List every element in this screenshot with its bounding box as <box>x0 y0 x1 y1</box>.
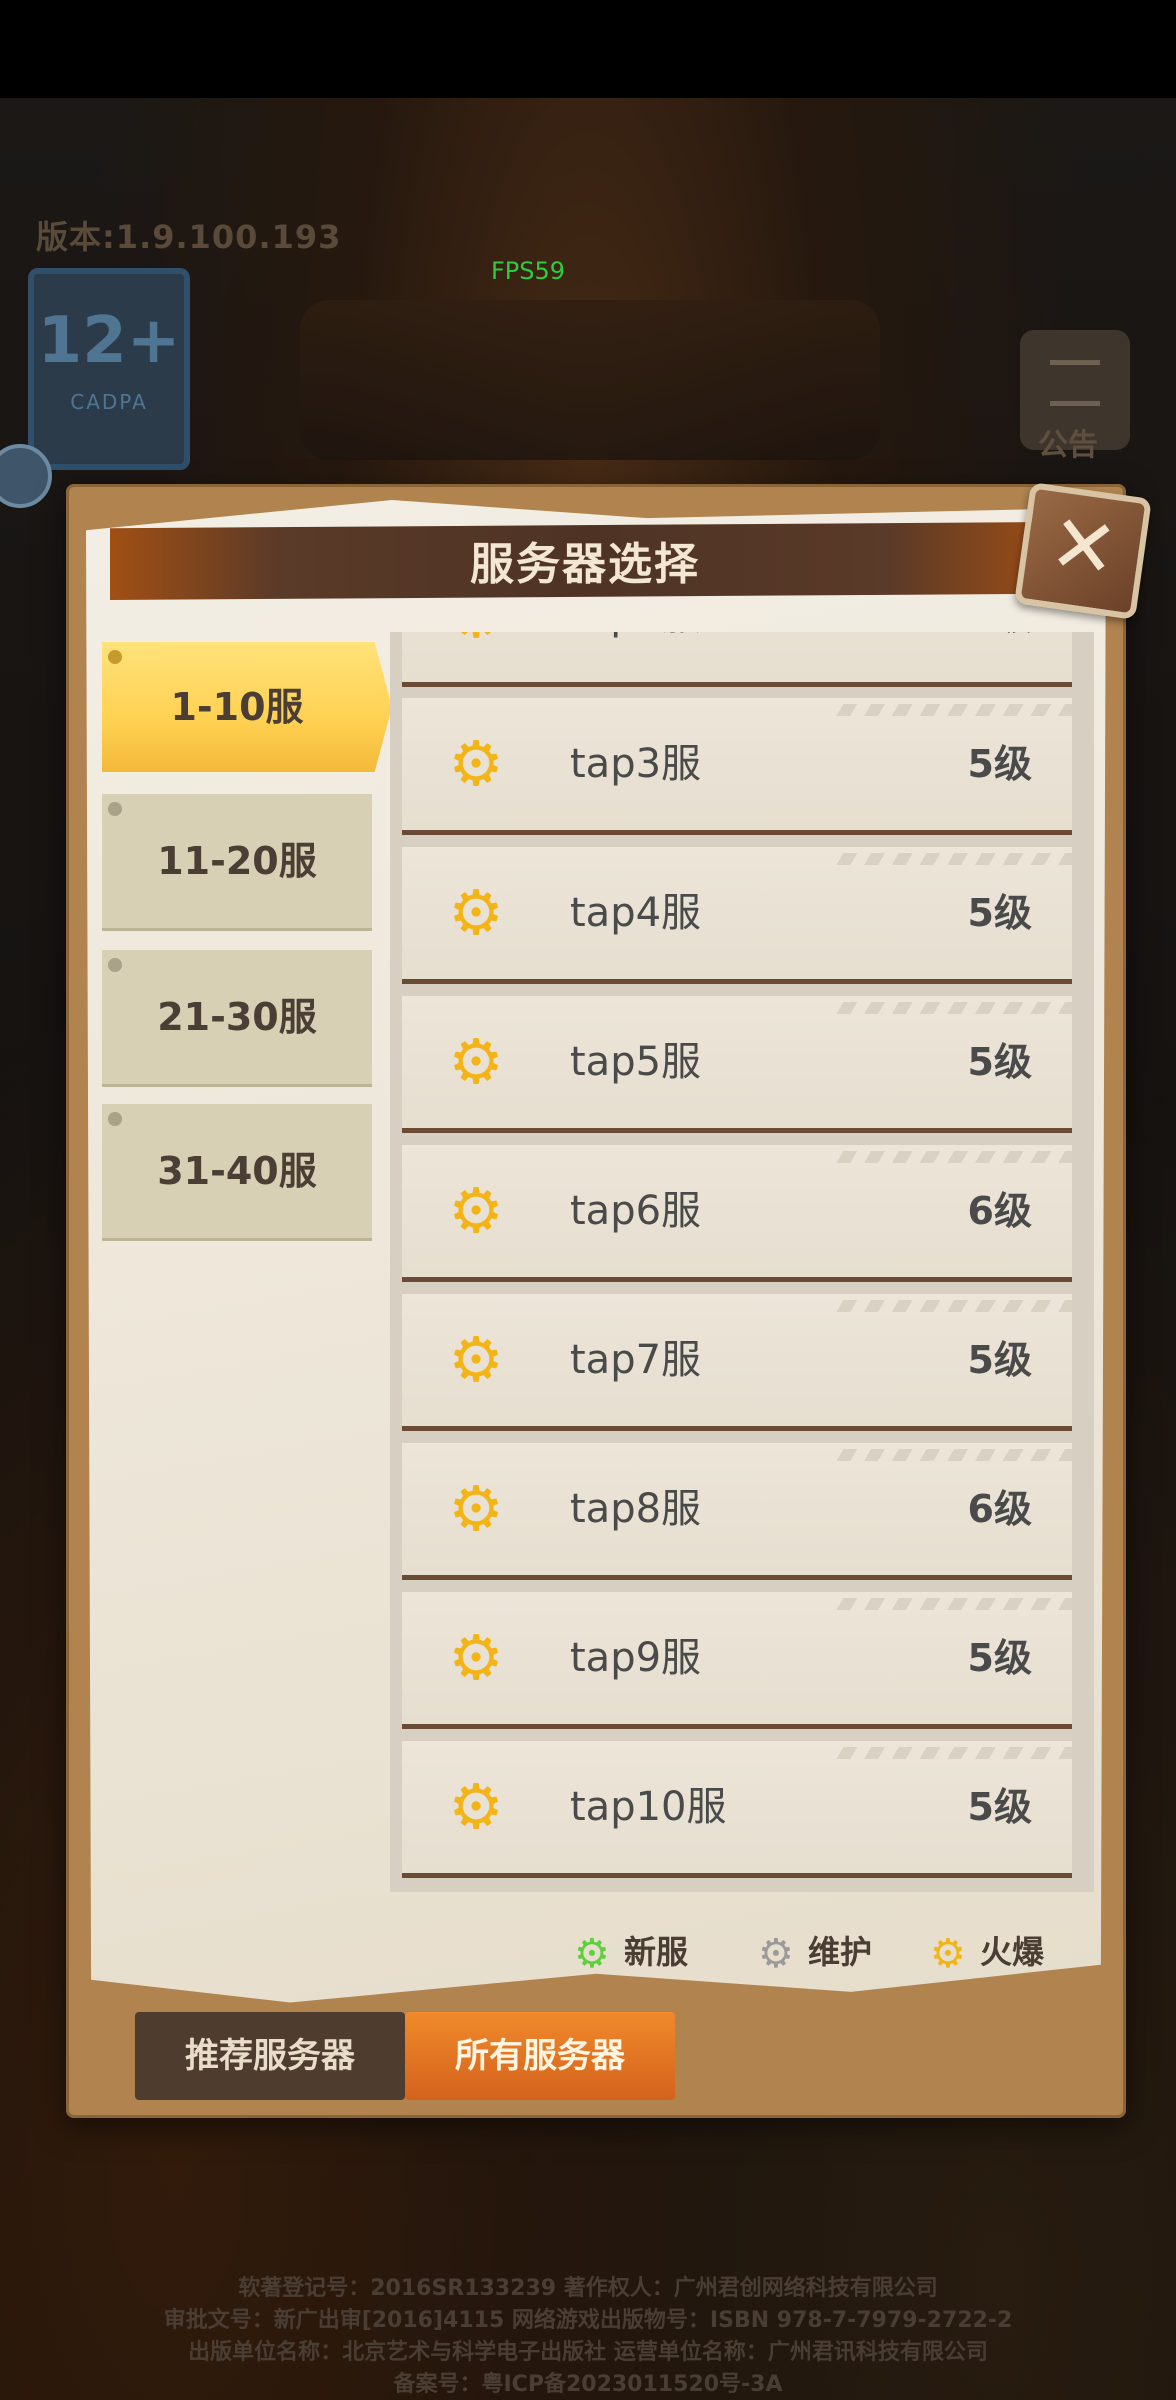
server-name: tap10服 <box>570 1784 727 1830</box>
range-tab-label: 21-30服 <box>157 995 317 1039</box>
row-stripe-decoration <box>832 1449 1072 1461</box>
row-stripe-decoration <box>832 1151 1072 1163</box>
server-row[interactable]: ⚙ tap2服 5级 <box>402 632 1072 682</box>
server-name: tap3服 <box>570 741 702 787</box>
age-rating-number: 12+ <box>37 304 181 378</box>
server-level: 6级 <box>967 1189 1032 1233</box>
footer-line-3: 出版单位名称：北京艺术与科学电子出版社 运营单位名称：广州君讯科技有限公司 <box>188 2340 988 2365</box>
range-tab-11-20[interactable]: 11-20服 <box>102 794 372 928</box>
legend-new-label: 新服 <box>624 1933 689 1971</box>
server-name: tap5服 <box>570 1039 702 1085</box>
notice-label: 公告 <box>1038 428 1098 463</box>
row-stripe-decoration <box>832 704 1072 716</box>
hot-gear-icon: ⚙ <box>448 1472 504 1545</box>
server-level: 5级 <box>968 632 1032 682</box>
notice-icon <box>1050 360 1100 406</box>
row-stripe-decoration <box>832 1002 1072 1014</box>
legend-new: ⚙ 新服 <box>574 1930 689 1977</box>
server-name: tap6服 <box>570 1188 702 1234</box>
server-level: 5级 <box>967 891 1032 935</box>
row-stripe-decoration <box>832 853 1072 865</box>
server-list[interactable]: ⚙ tap2服 5级 ⚙ tap3服 5级 ⚙ tap4服 5级 ⚙ tap5服… <box>390 632 1094 1892</box>
server-name: tap8服 <box>570 1486 702 1532</box>
server-name: tap2服 <box>570 632 701 682</box>
range-tab-label: 31-40服 <box>157 1149 317 1193</box>
footer-line-2: 审批文号：新广出审[2016]4115 网络游戏出版物号：ISBN 978-7-… <box>163 2308 1013 2333</box>
server-row[interactable]: ⚙ tap8服 6级 <box>402 1443 1072 1575</box>
server-row[interactable]: ⚙ tap7服 5级 <box>402 1294 1072 1426</box>
server-row[interactable]: ⚙ tap9服 5级 <box>402 1592 1072 1724</box>
close-button[interactable]: ✕ <box>1014 482 1152 620</box>
tab-recommended-servers[interactable]: 推荐服务器 <box>135 2012 405 2100</box>
tab-all-servers[interactable]: 所有服务器 <box>405 2012 675 2100</box>
hot-gear-icon: ⚙ <box>448 1323 504 1396</box>
row-stripe-decoration <box>832 1747 1072 1759</box>
range-tab-31-40[interactable]: 31-40服 <box>102 1104 372 1238</box>
fps-counter: FPS59 <box>491 257 566 285</box>
server-row[interactable]: ⚙ tap4服 5级 <box>402 847 1072 979</box>
maintenance-gear-icon: ⚙ <box>758 1931 794 1977</box>
server-level: 5级 <box>967 1636 1032 1680</box>
server-row[interactable]: ⚙ tap6服 6级 <box>402 1145 1072 1277</box>
footer-line-1: 软著登记号：2016SR133239 著作权人：广州君创网络科技有限公司 <box>238 2276 938 2301</box>
close-x-icon: ✕ <box>1043 495 1124 598</box>
hot-gear-icon: ⚙ <box>446 632 506 647</box>
range-tab-label: 11-20服 <box>157 839 317 883</box>
server-level: 6级 <box>967 1487 1032 1531</box>
row-stripe-decoration <box>832 1300 1072 1312</box>
hot-gear-icon: ⚙ <box>448 727 504 800</box>
age-rating-badge[interactable]: 12+ CADPA <box>28 268 190 470</box>
server-name: tap9服 <box>570 1635 702 1681</box>
hot-gear-icon: ⚙ <box>448 1621 504 1694</box>
server-level: 5级 <box>967 1040 1032 1084</box>
server-row[interactable]: ⚙ tap5服 5级 <box>402 996 1072 1128</box>
age-rating-org: CADPA <box>70 390 148 414</box>
server-name: tap7服 <box>570 1337 702 1383</box>
version-text: 版本:1.9.100.193 <box>36 218 342 256</box>
hot-gear-icon: ⚙ <box>448 1174 504 1247</box>
hot-gear-icon: ⚙ <box>930 1931 966 1977</box>
server-level: 5级 <box>967 1338 1032 1382</box>
footer-line-4: 备案号：粤ICP备2023011520号-3A <box>393 2372 783 2397</box>
range-tab-label: 1-10服 <box>170 685 304 729</box>
legend-maintenance: ⚙ 维护 <box>758 1930 873 1977</box>
range-tab-1-10[interactable]: 1-10服 <box>102 642 392 772</box>
server-row[interactable]: ⚙ tap10服 5级 <box>402 1741 1072 1873</box>
dialog-title: 服务器选择 <box>470 539 700 590</box>
hot-gear-icon: ⚙ <box>448 1770 504 1843</box>
legend-hot-label: 火爆 <box>980 1933 1045 1971</box>
hot-gear-icon: ⚙ <box>448 876 504 949</box>
server-row[interactable]: ⚙ tap3服 5级 <box>402 698 1072 830</box>
server-name: tap4服 <box>570 890 702 936</box>
legend-hot: ⚙ 火爆 <box>930 1930 1045 1977</box>
range-tab-21-30[interactable]: 21-30服 <box>102 950 372 1084</box>
new-gear-icon: ⚙ <box>574 1931 610 1977</box>
server-level: 5级 <box>967 1785 1032 1829</box>
server-level: 5级 <box>967 742 1032 786</box>
hot-gear-icon: ⚙ <box>448 1025 504 1098</box>
legend-maintenance-label: 维护 <box>808 1933 873 1971</box>
row-stripe-decoration <box>832 1598 1072 1610</box>
